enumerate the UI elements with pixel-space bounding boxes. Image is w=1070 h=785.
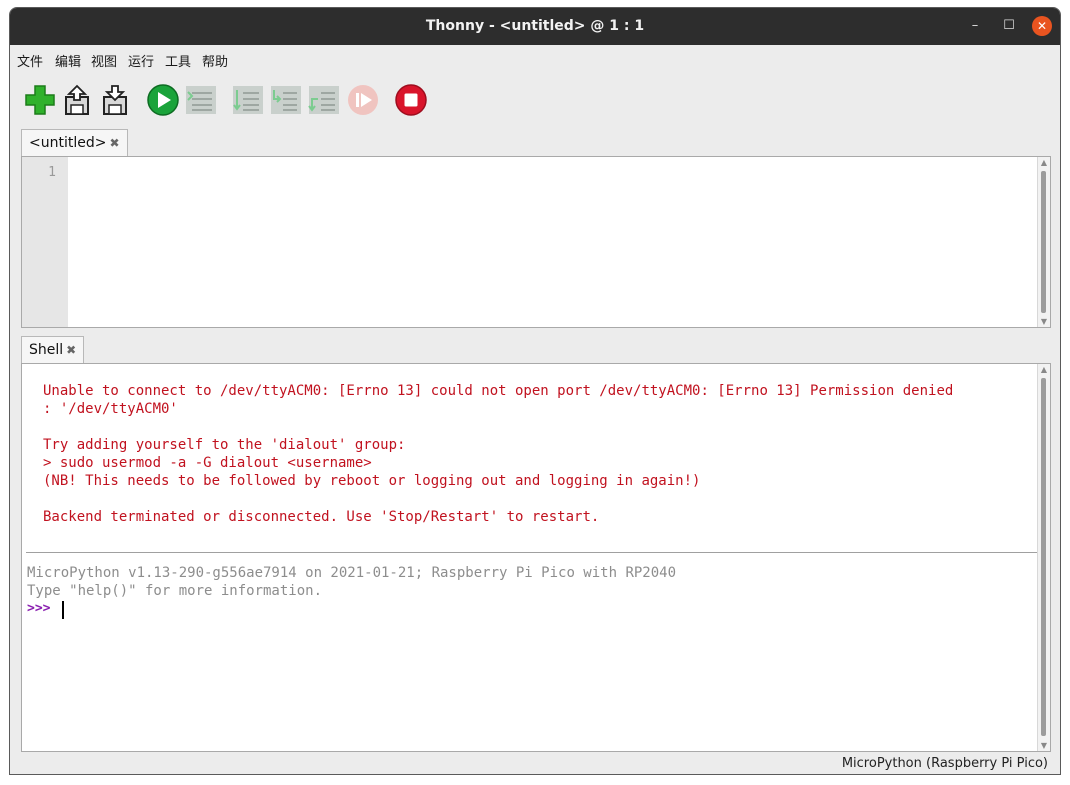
scroll-thumb[interactable] — [1041, 378, 1046, 736]
thonny-window: Thonny - <untitled> @ 1 : 1 – ☐ ✕ 文件 编辑 … — [9, 7, 1061, 775]
new-file-icon[interactable] — [23, 83, 57, 117]
tab-shell[interactable]: Shell ✖ — [21, 336, 85, 363]
editor-tab-bar: <untitled> ✖ — [10, 129, 1060, 156]
shell-tab-bar: Shell ✖ — [10, 336, 1060, 363]
shell-error-line: Backend terminated or disconnected. Use … — [43, 509, 600, 525]
shell-separator — [26, 552, 1038, 553]
debug-icon — [184, 83, 218, 117]
minimize-button[interactable]: – — [965, 16, 985, 36]
menu-help[interactable]: 帮助 — [202, 51, 228, 70]
menu-file[interactable]: 文件 — [17, 51, 43, 70]
tab-close-icon[interactable]: ✖ — [66, 338, 76, 363]
status-bar: MicroPython (Raspberry Pi Pico) — [10, 752, 1060, 774]
scroll-up-icon[interactable]: ▲ — [1038, 158, 1050, 167]
tab-untitled[interactable]: <untitled> ✖ — [21, 129, 128, 156]
run-icon[interactable] — [146, 83, 180, 117]
shell-panel[interactable]: Unable to connect to /dev/ttyACM0: [Errn… — [21, 363, 1051, 752]
line-number-gutter: 1 — [22, 157, 68, 327]
resume-icon — [346, 83, 380, 117]
step-over-icon — [231, 83, 265, 117]
scroll-down-icon[interactable]: ▼ — [1038, 741, 1050, 750]
shell-scrollbar[interactable]: ▲ ▼ — [1037, 364, 1050, 751]
interpreter-selector[interactable]: MicroPython (Raspberry Pi Pico) — [842, 756, 1048, 771]
code-editor[interactable]: 1 ▲ ▼ — [21, 156, 1051, 328]
shell-info-line: Type "help()" for more information. — [27, 583, 323, 599]
toolbar — [10, 71, 1060, 129]
menu-bar: 文件 编辑 视图 运行 工具 帮助 — [10, 45, 1060, 71]
shell-prompt: >>> — [27, 601, 51, 616]
tab-untitled-label: <untitled> — [29, 134, 107, 151]
step-into-icon — [269, 83, 303, 117]
window-title: Thonny - <untitled> @ 1 : 1 — [425, 18, 645, 34]
shell-error-line: Unable to connect to /dev/ttyACM0: [Errn… — [43, 383, 954, 399]
menu-view[interactable]: 视图 — [91, 51, 117, 70]
shell-info-line: MicroPython v1.13-290-g556ae7914 on 2021… — [27, 565, 677, 581]
step-out-icon — [307, 83, 341, 117]
menu-tools[interactable]: 工具 — [165, 51, 191, 70]
tab-shell-label: Shell — [29, 341, 64, 358]
text-cursor — [62, 601, 64, 619]
shell-error-line: > sudo usermod -a -G dialout <username> — [43, 455, 372, 471]
scroll-thumb[interactable] — [1041, 171, 1046, 313]
menu-run[interactable]: 运行 — [128, 51, 154, 70]
title-bar: Thonny - <untitled> @ 1 : 1 – ☐ ✕ — [10, 8, 1060, 45]
maximize-button[interactable]: ☐ — [999, 16, 1019, 36]
tab-close-icon[interactable]: ✖ — [109, 131, 119, 156]
close-button[interactable]: ✕ — [1032, 16, 1052, 36]
open-file-icon[interactable] — [60, 83, 94, 117]
shell-error-line: (NB! This needs to be followed by reboot… — [43, 473, 701, 489]
stop-icon[interactable] — [394, 83, 428, 117]
shell-error-line: Try adding yourself to the 'dialout' gro… — [43, 437, 406, 453]
editor-scrollbar[interactable]: ▲ ▼ — [1037, 157, 1050, 327]
shell-error-line: : '/dev/ttyACM0' — [43, 401, 178, 417]
line-number: 1 — [48, 165, 56, 180]
scroll-up-icon[interactable]: ▲ — [1038, 365, 1050, 374]
scroll-down-icon[interactable]: ▼ — [1038, 317, 1050, 326]
save-file-icon[interactable] — [98, 83, 132, 117]
menu-edit[interactable]: 编辑 — [55, 51, 81, 70]
